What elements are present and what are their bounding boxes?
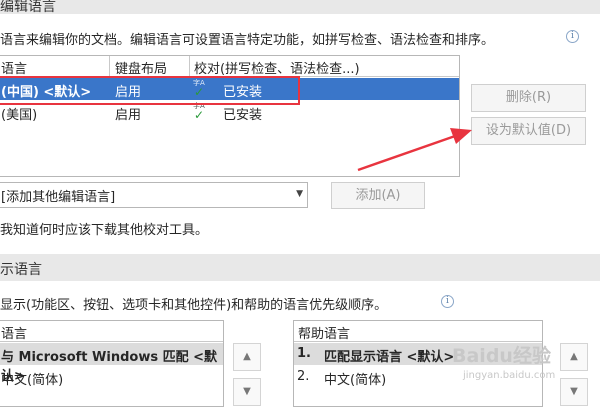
grid-header: 语言 键盘布局 校对(拼写检查、语法检查...) — [0, 56, 459, 77]
chevron-down-icon: ▼ — [296, 189, 303, 199]
row-keyboard: 启用 — [115, 108, 142, 123]
move-down-button[interactable]: ▼ — [233, 378, 261, 406]
move-up-button[interactable]: ▲ — [233, 343, 261, 371]
help-move-up-button[interactable]: ▲ — [560, 343, 588, 371]
display-list-header-label: 语言 — [1, 327, 28, 342]
column-header-language[interactable]: 语言 — [1, 58, 27, 77]
add-language-combo-value: [添加其他编辑语言] — [1, 190, 116, 205]
list-item-label: 中文(简体) — [1, 373, 64, 388]
help-list-header: 帮助语言 — [294, 321, 542, 342]
list-item-label: 中文(简体) — [324, 373, 387, 388]
display-language-header: 示语言 — [0, 254, 600, 281]
watermark-brand: Baidu经验 — [452, 345, 551, 367]
display-list-header: 语言 — [0, 321, 223, 342]
info-icon[interactable]: i — [566, 30, 579, 43]
row-language: (美国) — [1, 108, 38, 123]
info-icon[interactable]: i — [441, 295, 454, 308]
column-header-keyboard[interactable]: 键盘布局 — [115, 58, 167, 77]
watermark-url: jingyan.baidu.com — [463, 370, 556, 381]
list-item[interactable]: 中文(简体) — [0, 366, 223, 388]
set-default-button[interactable]: 设为默认值(D) — [471, 117, 586, 145]
row-proofing-status: 已安装 — [223, 108, 263, 123]
proofing-tools-link[interactable]: 我知道何时应该下载其他校对工具。 — [0, 219, 208, 238]
list-item-number: 2. — [297, 369, 310, 384]
column-header-proofing[interactable]: 校对(拼写检查、语法检查...) — [194, 58, 360, 77]
edit-language-title: 编辑语言 — [0, 0, 56, 15]
proofing-icon: 字A ✓ — [193, 102, 205, 122]
help-move-down-button[interactable]: ▼ — [560, 378, 588, 406]
display-language-title: 示语言 — [0, 262, 42, 278]
delete-button[interactable]: 删除(R) — [471, 84, 586, 112]
add-button[interactable]: 添加(A) — [331, 182, 425, 209]
display-language-description: 显示(功能区、按钮、选项卡和其他控件)和帮助的语言优先级顺序。 — [0, 298, 388, 313]
list-item-number: 1. — [297, 346, 311, 361]
edit-language-header: 编辑语言 — [0, 0, 600, 15]
list-item[interactable]: 与 Microsoft Windows 匹配 <默认> — [0, 343, 223, 384]
add-language-combo[interactable]: [添加其他编辑语言] ▼ — [0, 182, 308, 208]
annotation-highlight-box — [0, 76, 300, 105]
edit-language-description: 语言来编辑你的文档。编辑语言可设置语言特定功能，如拼写检查、语法检查和排序。 — [0, 33, 495, 48]
annotation-arrow — [357, 128, 472, 172]
list-item-label: 匹配显示语言 <默认> — [324, 350, 455, 365]
display-language-list[interactable]: 语言 与 Microsoft Windows 匹配 <默认> 中文(简体) — [0, 320, 224, 407]
help-list-header-label: 帮助语言 — [298, 327, 351, 342]
